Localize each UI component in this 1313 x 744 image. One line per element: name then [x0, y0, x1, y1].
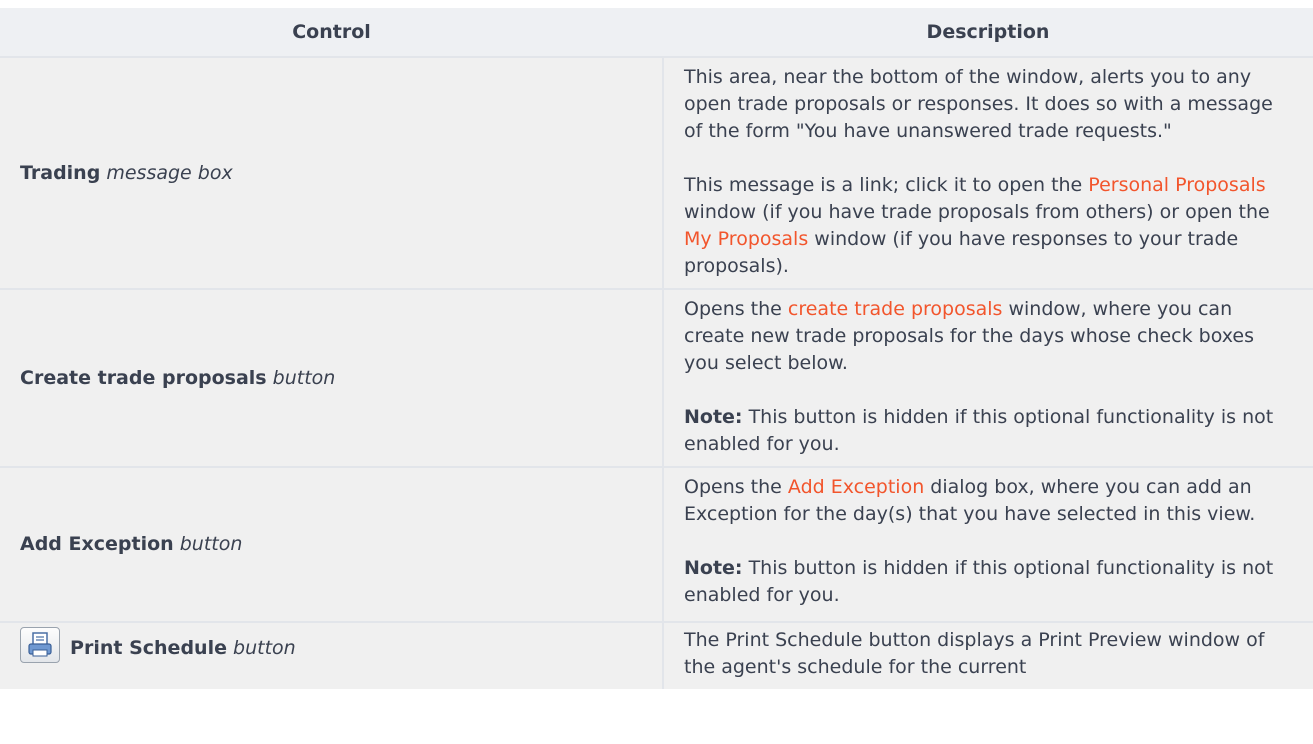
control-type: button: [272, 366, 336, 389]
description-paragraph: This area, near the bottom of the window…: [684, 66, 1273, 142]
control-cell: Print Schedule button: [0, 621, 664, 689]
description-text: This message is a link; click it to open…: [684, 174, 1089, 196]
description-text: Opens the: [684, 476, 788, 498]
control-type: button: [233, 637, 296, 659]
table-row: Print Schedule button The Print Schedule…: [0, 621, 1313, 689]
description-paragraph: Opens the Add Exception dialog box, wher…: [684, 474, 1293, 528]
description-text: window (if you have trade proposals from…: [684, 201, 1270, 223]
description-cell: Opens the create trade proposals window,…: [663, 288, 1313, 467]
control-type: button: [179, 533, 243, 555]
control-name: Print Schedule: [70, 637, 227, 659]
control-cell: Trading message box: [0, 56, 664, 289]
print-icon: [20, 627, 60, 663]
my-proposals-link[interactable]: My Proposals: [684, 228, 808, 250]
description-cell: The Print Schedule button displays a Pri…: [663, 621, 1313, 689]
control-type: message box: [106, 161, 233, 184]
controls-table: Control Description Trading message box …: [0, 8, 1313, 689]
control-name: Add Exception: [20, 533, 174, 555]
control-cell: Add Exception button: [0, 466, 664, 622]
note-label: Note:: [684, 557, 743, 579]
control-cell: Create trade proposals button: [0, 288, 664, 467]
column-header-description: Description: [663, 8, 1313, 58]
description-paragraph: This message is a link; click it to open…: [684, 172, 1293, 280]
table-header-row: Control Description: [0, 8, 1313, 58]
note-text: This button is hidden if this optional f…: [684, 406, 1274, 455]
note-text: This button is hidden if this optional f…: [684, 557, 1274, 606]
table-row: Trading message box This area, near the …: [0, 56, 1313, 289]
control-name: Create trade proposals: [20, 366, 267, 389]
personal-proposals-link[interactable]: Personal Proposals: [1088, 174, 1265, 196]
create-trade-proposals-link[interactable]: create trade proposals: [788, 298, 1003, 320]
column-header-control: Control: [0, 8, 663, 58]
description-cell: This area, near the bottom of the window…: [663, 56, 1313, 289]
add-exception-link[interactable]: Add Exception: [788, 476, 924, 498]
description-text: Opens the: [684, 298, 788, 320]
description-paragraph: The Print Schedule button displays a Pri…: [684, 629, 1265, 678]
table-row: Add Exception button Opens the Add Excep…: [0, 466, 1313, 622]
description-paragraph: Opens the create trade proposals window,…: [684, 296, 1293, 377]
table-row: Create trade proposals button Opens the …: [0, 288, 1313, 467]
note-paragraph: Note: This button is hidden if this opti…: [684, 555, 1293, 609]
note-label: Note:: [684, 406, 743, 428]
control-name: Trading: [20, 161, 101, 184]
description-cell: Opens the Add Exception dialog box, wher…: [663, 466, 1313, 622]
note-paragraph: Note: This button is hidden if this opti…: [684, 404, 1293, 458]
